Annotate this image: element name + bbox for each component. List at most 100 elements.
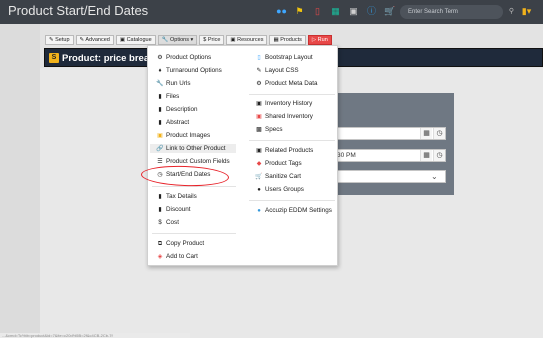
- menu-label: Run Urls: [166, 80, 191, 87]
- clock-icon[interactable]: ◷: [433, 150, 445, 161]
- options-dropdown-menu: ⚙ Product Options ♦ Turnaround Options 🔧 Ru…: [147, 45, 338, 266]
- file-icon: ▮: [158, 107, 162, 113]
- scroll-icon[interactable]: ▯: [312, 6, 323, 17]
- calendar-icon[interactable]: ▦: [420, 150, 432, 161]
- caret-down-icon: ▾: [190, 37, 194, 43]
- menu-label: Description: [166, 106, 198, 113]
- menu-item-tax-details[interactable]: ▮ Tax Details: [156, 192, 197, 201]
- copy-icon: ⧉: [157, 241, 163, 247]
- chevron-down-icon: ⌄: [431, 172, 438, 181]
- menu-label: Users Groups: [265, 186, 304, 193]
- menu-item-inventory-history[interactable]: ▣ Inventory History: [255, 99, 312, 108]
- menu-label: Product Tags: [265, 160, 302, 167]
- setup-label: Setup: [55, 37, 70, 43]
- menu-item-copy-product[interactable]: ⧉ Copy Product: [156, 239, 204, 248]
- advanced-button[interactable]: ✎ Advanced: [75, 35, 114, 45]
- camera-icon[interactable]: ▣: [348, 6, 359, 17]
- page-title: Product Start/End Dates: [8, 3, 149, 18]
- menu-item-product-images[interactable]: ▣ Product Images: [156, 131, 210, 140]
- menu-item-product-tags[interactable]: ◆ Product Tags: [255, 159, 302, 168]
- calendar-icon[interactable]: ▦: [420, 128, 432, 139]
- price-button[interactable]: $ Price: [199, 35, 225, 45]
- bootstrap-icon: ▯: [257, 55, 261, 61]
- menu-item-abstract[interactable]: ▮ Abstract: [156, 118, 189, 127]
- menu-label: Inventory History: [265, 100, 313, 107]
- price-label: Price: [207, 37, 221, 43]
- css-icon: ✎: [256, 68, 262, 74]
- status-bar-url: ...&cmd=Tc%tb=product&id=7&ite=c20d%5B=2…: [0, 333, 190, 338]
- file-icon: ▮: [158, 94, 162, 100]
- menu-item-users-groups[interactable]: ● Users Groups: [255, 185, 304, 194]
- options-dropdown-button[interactable]: 🔧 Options ▾: [157, 35, 198, 45]
- menu-item-files[interactable]: ▮ Files: [156, 92, 179, 101]
- run-button[interactable]: ▷ Run: [307, 35, 332, 45]
- info-icon[interactable]: ⓘ: [366, 6, 377, 17]
- menu-item-product-meta-data[interactable]: ⚙ Product Meta Data: [255, 79, 318, 88]
- options-label: Options: [170, 37, 189, 43]
- diamond-icon: ♦: [158, 68, 162, 74]
- meta-icon: ⚙: [256, 81, 262, 87]
- menu-item-discount[interactable]: ▮ Discount: [156, 205, 190, 214]
- file-icon: ▮: [158, 120, 162, 126]
- menu-label: Product Options: [166, 54, 212, 61]
- menu-item-run-urls[interactable]: 🔧 Run Urls: [156, 79, 191, 88]
- globe-icon: ●: [257, 208, 261, 214]
- menu-item-product-options[interactable]: ⚙ Product Options: [156, 53, 211, 62]
- search-input[interactable]: Enter Search Term: [400, 5, 503, 19]
- clock-icon[interactable]: ◷: [433, 128, 445, 139]
- menu-item-accuzip-eddm-settings[interactable]: ● Accuzip EDDM Settings: [255, 206, 332, 215]
- resources-button[interactable]: ▣ Resources: [226, 35, 268, 45]
- catalogue-label: Catalogue: [126, 37, 152, 43]
- menu-item-shared-inventory[interactable]: ▣ Shared Inventory: [255, 112, 313, 121]
- menu-label: Layout CSS: [265, 67, 299, 74]
- menu-divider: [152, 233, 236, 234]
- table-icon[interactable]: ▦: [330, 6, 341, 17]
- menu-label: Shared Inventory: [265, 113, 313, 120]
- flag-icon[interactable]: ⚑: [294, 6, 305, 17]
- menu-item-cost[interactable]: $ Cost: [156, 218, 179, 227]
- products-button[interactable]: ▦ Products: [269, 35, 306, 45]
- menu-item-bootstrap-layout[interactable]: ▯ Bootstrap Layout: [255, 53, 313, 62]
- menu-label: Cost: [166, 219, 179, 226]
- menu-label: Sanitize Cart: [265, 173, 302, 180]
- menu-label: Add to Cart: [166, 253, 198, 260]
- menu-item-related-products[interactable]: ▣ Related Products: [255, 146, 313, 155]
- menu-label: Copy Product: [166, 240, 205, 247]
- tag-icon: ◆: [256, 161, 262, 167]
- menu-item-add-to-cart[interactable]: ◈ Add to Cart: [156, 252, 198, 261]
- menu-divider: [249, 94, 335, 95]
- menu-label: Product Meta Data: [265, 80, 318, 87]
- search-icon[interactable]: ⚲: [506, 6, 517, 17]
- document-menu-icon[interactable]: ▮▾: [521, 6, 532, 17]
- gear-icon: ⚙: [157, 55, 163, 61]
- dollar-icon: $: [158, 220, 162, 226]
- cart-icon: 🛒: [255, 174, 263, 180]
- file-icon: ▮: [158, 194, 162, 200]
- cubes-icon: ▣: [256, 114, 262, 120]
- users-icon[interactable]: ●●: [276, 6, 287, 17]
- menu-label: Product Images: [166, 132, 211, 139]
- end-date-value: 30 PM: [337, 152, 356, 159]
- menu-item-description[interactable]: ▮ Description: [156, 105, 198, 114]
- menu-item-layout-css[interactable]: ✎ Layout CSS: [255, 66, 299, 75]
- menu-divider: [152, 186, 236, 187]
- cubes-icon: ▣: [256, 148, 262, 154]
- menu-item-sanitize-cart[interactable]: 🛒 Sanitize Cart: [255, 172, 301, 181]
- setup-button[interactable]: ✎ Setup: [45, 35, 74, 45]
- link-icon: 🔗: [156, 146, 164, 152]
- image-icon: ▣: [157, 133, 163, 139]
- menu-label: Link to Other Product: [166, 145, 226, 152]
- menu-item-specs[interactable]: ▩ Specs: [255, 125, 283, 134]
- menu-label: Tax Details: [166, 193, 197, 200]
- file-icon: ▮: [158, 207, 162, 213]
- menu-label: Bootstrap Layout: [265, 54, 313, 61]
- menu-item-link-to-other-product[interactable]: 🔗 Link to Other Product: [150, 144, 236, 153]
- run-label: Run: [317, 37, 328, 43]
- catalogue-button[interactable]: ▣ Catalogue: [115, 35, 156, 45]
- products-label: Products: [280, 37, 302, 43]
- menu-item-product-custom-fields[interactable]: ☰ Product Custom Fields: [156, 157, 229, 166]
- menu-label: Specs: [265, 126, 283, 133]
- cart-icon[interactable]: 🛒: [384, 6, 395, 17]
- menu-item-turnaround-options[interactable]: ♦ Turnaround Options: [156, 66, 221, 75]
- menu-label: Abstract: [166, 119, 190, 126]
